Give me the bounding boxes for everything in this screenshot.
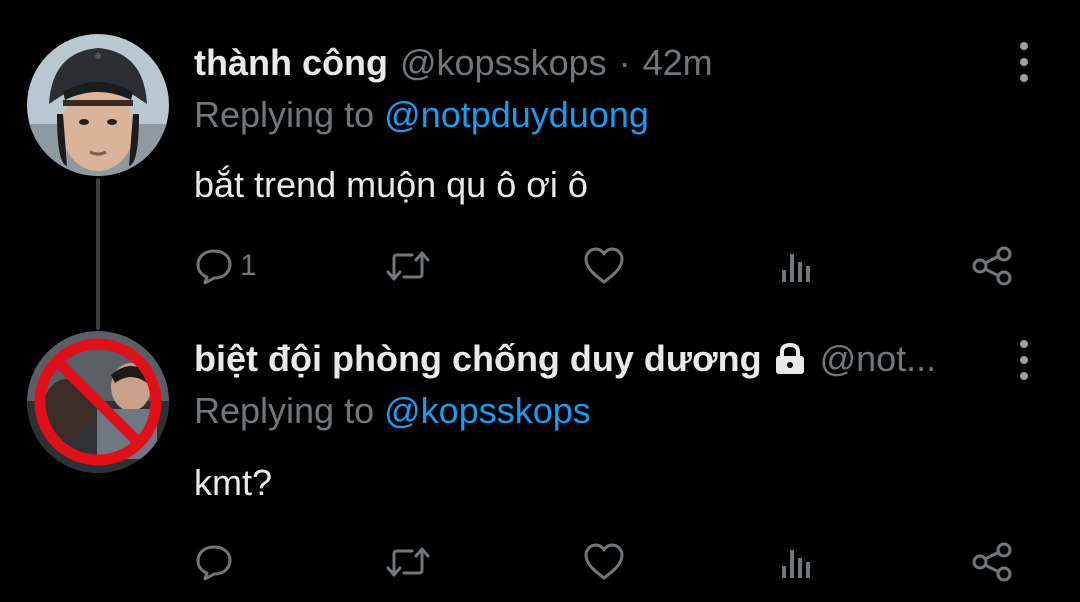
tweet-actions: 1 bbox=[194, 244, 1014, 288]
retweet-button[interactable] bbox=[384, 244, 432, 288]
reply-button[interactable]: 1 bbox=[194, 244, 257, 288]
like-icon bbox=[584, 543, 624, 580]
display-name[interactable]: thành công bbox=[194, 42, 388, 84]
share-icon bbox=[972, 246, 1012, 286]
like-button[interactable] bbox=[582, 540, 626, 584]
replying-to-line: Replying to @kopsskops bbox=[194, 390, 591, 432]
tweet-text: bắt trend muộn qu ô ơi ô bbox=[194, 164, 588, 205]
tweet-header: thành công @kopsskops · 42m bbox=[194, 40, 970, 86]
avatar-image bbox=[27, 331, 169, 473]
avatar[interactable] bbox=[27, 331, 169, 473]
reply-icon bbox=[196, 545, 232, 581]
avatar-image bbox=[27, 34, 169, 176]
user-handle[interactable]: @kopsskops bbox=[400, 42, 607, 84]
share-button[interactable] bbox=[970, 244, 1014, 288]
display-name[interactable]: biệt đội phòng chống duy dương bbox=[194, 338, 762, 380]
lock-icon bbox=[772, 342, 808, 376]
like-icon bbox=[584, 247, 624, 284]
replying-to-label: Replying to bbox=[194, 94, 375, 135]
replying-to-mention[interactable]: @kopsskops bbox=[384, 390, 591, 431]
tweet[interactable]: thành công @kopsskops · 42m Replying to … bbox=[0, 0, 1080, 300]
reply-icon bbox=[196, 249, 232, 285]
more-options-icon[interactable] bbox=[1014, 42, 1034, 82]
tweet[interactable]: biệt đội phòng chống duy dương @not... R… bbox=[0, 300, 1080, 602]
like-button[interactable] bbox=[582, 244, 626, 288]
share-button[interactable] bbox=[970, 540, 1014, 584]
retweet-button[interactable] bbox=[384, 540, 432, 584]
retweet-icon bbox=[386, 547, 430, 577]
timestamp[interactable]: 42m bbox=[643, 42, 713, 84]
retweet-icon bbox=[386, 251, 430, 281]
reply-count: 1 bbox=[240, 249, 257, 282]
views-icon bbox=[782, 550, 810, 578]
views-icon bbox=[782, 254, 810, 282]
reply-button[interactable] bbox=[194, 540, 234, 584]
views-button[interactable] bbox=[776, 540, 816, 584]
replying-to-label: Replying to bbox=[194, 390, 375, 431]
user-handle[interactable]: @not... bbox=[820, 338, 937, 380]
separator-dot: · bbox=[618, 42, 631, 83]
tweet-header: biệt đội phòng chống duy dương @not... bbox=[194, 336, 970, 382]
views-button[interactable] bbox=[776, 244, 816, 288]
replying-to-mention[interactable]: @notpduyduong bbox=[384, 94, 649, 135]
replying-to-line: Replying to @notpduyduong bbox=[194, 94, 649, 136]
tweet-actions bbox=[194, 540, 1014, 584]
more-options-icon[interactable] bbox=[1014, 340, 1034, 380]
share-icon bbox=[972, 542, 1012, 582]
tweet-text: kmt? bbox=[194, 462, 273, 503]
avatar[interactable] bbox=[27, 34, 169, 176]
